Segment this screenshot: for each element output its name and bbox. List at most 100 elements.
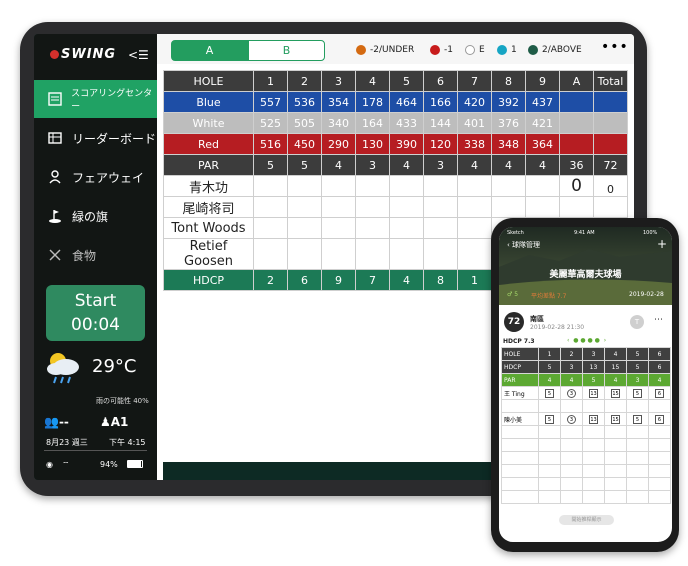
score-cell (626, 490, 649, 504)
nav-label: 食物 (72, 248, 97, 263)
score-mark: 3 (567, 388, 576, 398)
score-cell: 401 (457, 112, 492, 134)
score-input-cell[interactable] (457, 196, 492, 218)
score-cell: 376 (491, 112, 526, 134)
nav-item-green-flag[interactable]: 緑の旗 (34, 197, 157, 235)
player-row: 青木功 0 0 (163, 175, 628, 197)
score-input-cell[interactable] (389, 238, 424, 270)
phone-scorecard-table: HOLE 1 2 3 4 5 6 HDCP 5 3 13 15 5 6 PAR 4 4 5 4 3 4 王 Ting… (501, 347, 671, 504)
score-input-cell[interactable] (525, 175, 560, 197)
score-input-cell[interactable] (389, 217, 424, 239)
score-input-cell[interactable] (253, 217, 288, 239)
score-input-cell[interactable] (389, 175, 424, 197)
score-input-cell[interactable] (355, 196, 390, 218)
row-label: HDCP (163, 269, 254, 291)
nav-item-fairway[interactable]: フェアウェイ (34, 158, 157, 196)
score-input-cell[interactable] (457, 238, 492, 270)
start-timer-button[interactable]: Start 00:04 (46, 285, 145, 341)
score-cell: 144 (423, 112, 458, 134)
score-input-cell[interactable] (423, 238, 458, 270)
score-input-cell[interactable] (423, 196, 458, 218)
area-time: 2019-02-28 21:30 (530, 324, 585, 331)
score-cell (648, 451, 671, 465)
player-a-score (559, 196, 594, 218)
score-cell: 4 (491, 154, 526, 176)
score-input-cell[interactable] (253, 196, 288, 218)
score-cell: 9 (525, 70, 560, 92)
phone-blank-row (501, 399, 671, 413)
tab-a[interactable]: A (171, 40, 248, 61)
score-input-cell[interactable] (287, 196, 322, 218)
phone-blank-row (501, 451, 671, 465)
score-cell: 9 (321, 269, 356, 291)
more-icon[interactable]: ⋯ (654, 315, 663, 325)
start-label: Start (74, 291, 117, 311)
score-input-cell[interactable] (355, 238, 390, 270)
score-input-cell[interactable] (355, 217, 390, 239)
score-input-cell[interactable] (321, 196, 356, 218)
start-putt-display-button[interactable]: 開始推桿顯示 (559, 515, 614, 525)
score-input-cell[interactable] (287, 175, 322, 197)
score-input-cell[interactable] (253, 238, 288, 270)
rain-probability: 雨の可能性 40% (96, 397, 149, 405)
score-cell: 290 (321, 133, 356, 155)
score-mark: 5 (633, 388, 642, 398)
score-cell (626, 451, 649, 465)
score-cell: 420 (457, 91, 492, 113)
red-tee-row: Red 516 450 290 130 390 120 338 348 364 (163, 133, 628, 155)
score-cell: 5 (538, 412, 561, 426)
score-cell (604, 464, 627, 478)
phone-screen: Sketch 9:41 AM 100% ‹ 球隊管理 + 美麗華高爾夫球場 ♂ … (499, 227, 672, 542)
score-cell: 7 (457, 70, 492, 92)
score-input-cell[interactable] (423, 217, 458, 239)
score-cell (582, 425, 605, 439)
score-input-cell[interactable] (525, 196, 560, 218)
nav-item-scoring-center[interactable]: スコアリングセンター (34, 80, 157, 118)
tab-b[interactable]: B (248, 40, 325, 61)
nav-item-leaderboard[interactable]: リーダーボード (34, 119, 157, 157)
add-button[interactable]: + (657, 237, 667, 251)
hdcp-label: HDCP 7.3 (503, 338, 535, 345)
score-input-cell[interactable] (457, 217, 492, 239)
hole-cell: 2 (560, 347, 583, 361)
score-input-cell[interactable] (287, 217, 322, 239)
score-cell: 392 (491, 91, 526, 113)
timer-value: 00:04 (71, 315, 120, 335)
score-cell (648, 490, 671, 504)
score-input-cell[interactable] (287, 238, 322, 270)
score-input-cell[interactable] (491, 175, 526, 197)
score-input-cell[interactable] (321, 175, 356, 197)
score-cell: 450 (287, 133, 322, 155)
back-button[interactable]: ‹ 球隊管理 (507, 240, 540, 250)
avatar[interactable]: T (630, 315, 644, 329)
row-label (501, 451, 539, 465)
row-label (501, 477, 539, 491)
score-cell: 433 (389, 112, 424, 134)
score-input-cell[interactable] (491, 196, 526, 218)
row-label: White (163, 112, 254, 134)
score-input-cell[interactable] (355, 175, 390, 197)
row-label: 王 Ting (501, 386, 539, 400)
score-cell: 5 (253, 154, 288, 176)
more-options-button[interactable]: ••• (601, 39, 629, 55)
logo-text: SWING (61, 47, 117, 62)
legend-label: -1 (444, 45, 453, 55)
score-input-cell[interactable] (457, 175, 492, 197)
nav-item-food[interactable]: 食物 (34, 236, 157, 274)
players-status: 👥-- (44, 415, 69, 429)
score-cell: 525 (253, 112, 288, 134)
score-input-cell[interactable] (389, 196, 424, 218)
row-label: PAR (501, 373, 539, 387)
golf-ball-icon (50, 50, 59, 59)
score-cell: 4 (389, 269, 424, 291)
score-cell (582, 438, 605, 452)
score-input-cell[interactable] (321, 217, 356, 239)
score-cell (604, 490, 627, 504)
legend-above-2: 2/ABOVE (528, 45, 582, 55)
score-cell: 5 (287, 154, 322, 176)
collapse-menu-icon[interactable]: <☰ (128, 48, 149, 62)
score-input-cell[interactable] (321, 238, 356, 270)
score-input-cell[interactable] (253, 175, 288, 197)
score-input-cell[interactable] (423, 175, 458, 197)
score-cell: 3 (560, 386, 583, 400)
